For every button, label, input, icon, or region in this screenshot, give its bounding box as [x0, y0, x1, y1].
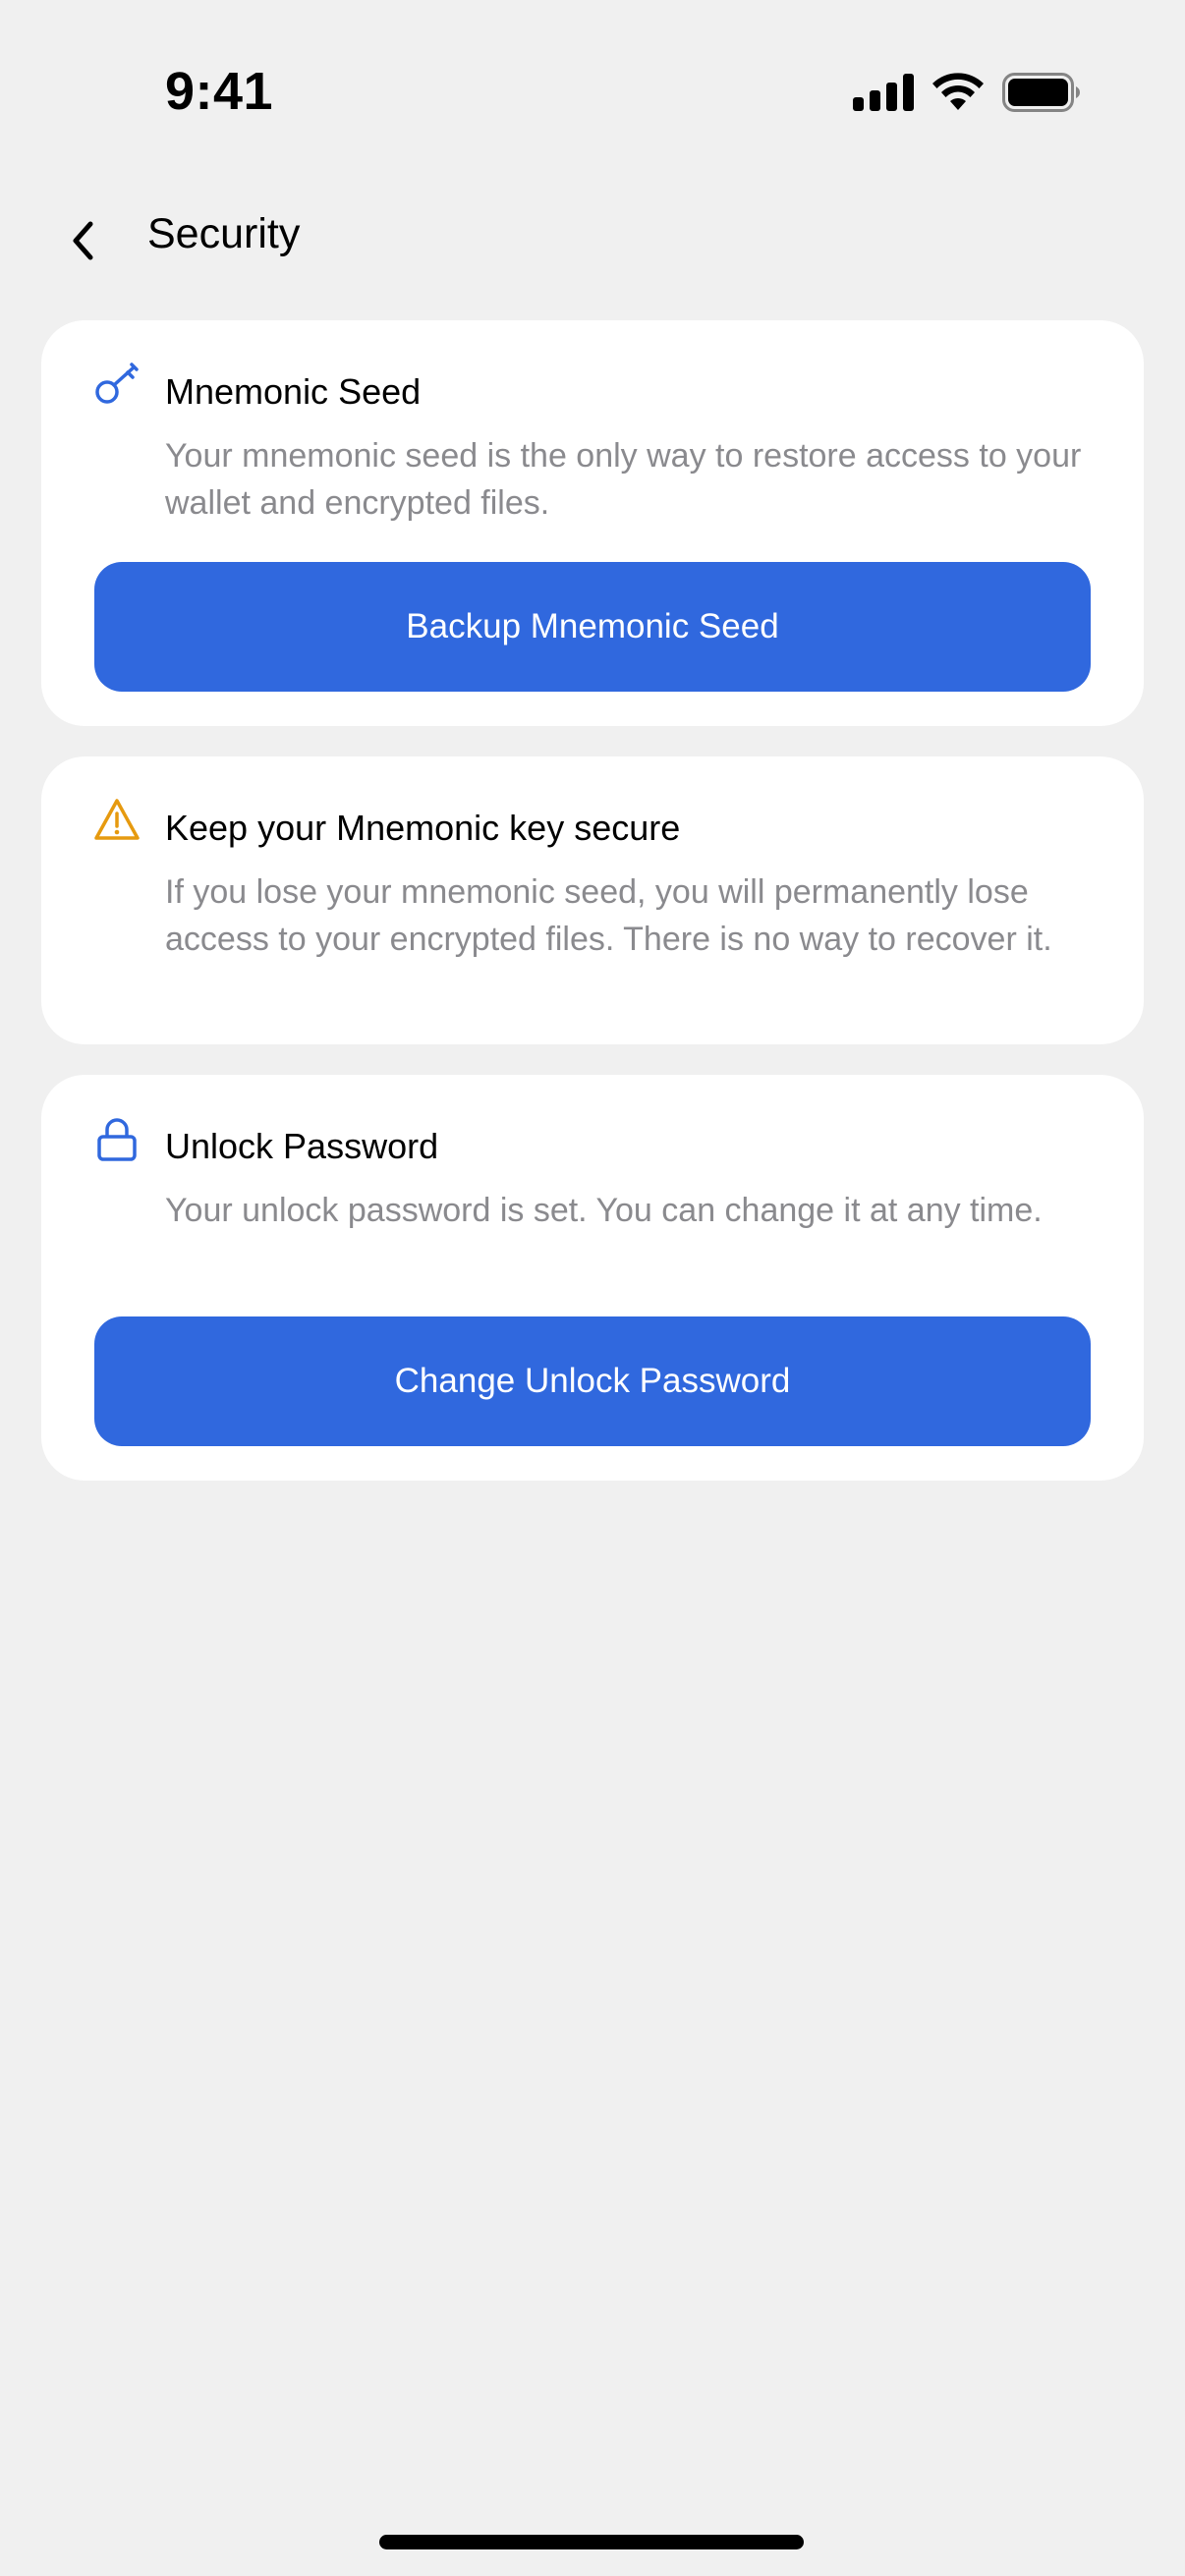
- status-bar: 9:41: [0, 0, 1185, 147]
- key-icon: [95, 363, 139, 404]
- card-description: If you lose your mnemonic seed, you will…: [165, 873, 1052, 958]
- lock-icon: [97, 1118, 137, 1161]
- unlock-password-card: Unlock Password Your unlock password is …: [41, 1075, 1144, 1481]
- status-time: 9:41: [165, 62, 274, 121]
- card-title: Mnemonic Seed: [165, 371, 422, 412]
- backup-mnemonic-seed-button[interactable]: Backup Mnemonic Seed: [94, 562, 1091, 692]
- card-description: Your mnemonic seed is the only way to re…: [165, 437, 1082, 522]
- chevron-left-icon: [73, 221, 93, 260]
- back-button[interactable]: [57, 214, 110, 267]
- cellular-signal-icon: [853, 74, 914, 111]
- status-icons: [853, 73, 1081, 112]
- card-title: Keep your Mnemonic key secure: [165, 808, 681, 848]
- home-indicator[interactable]: [379, 2535, 804, 2549]
- change-unlock-password-button[interactable]: Change Unlock Password: [94, 1316, 1091, 1446]
- battery-icon: [1002, 73, 1080, 112]
- page-title: Security: [147, 210, 301, 257]
- nav-header: Security: [0, 196, 1185, 285]
- card-title: Unlock Password: [165, 1126, 439, 1166]
- card-description: Your unlock password is set. You can cha…: [165, 1192, 1043, 1229]
- wifi-icon: [932, 73, 984, 110]
- mnemonic-seed-card: Mnemonic Seed Your mnemonic seed is the …: [41, 320, 1144, 726]
- warning-triangle-icon: [94, 799, 140, 840]
- mnemonic-warning-card: Keep your Mnemonic key secure If you los…: [41, 756, 1144, 1044]
